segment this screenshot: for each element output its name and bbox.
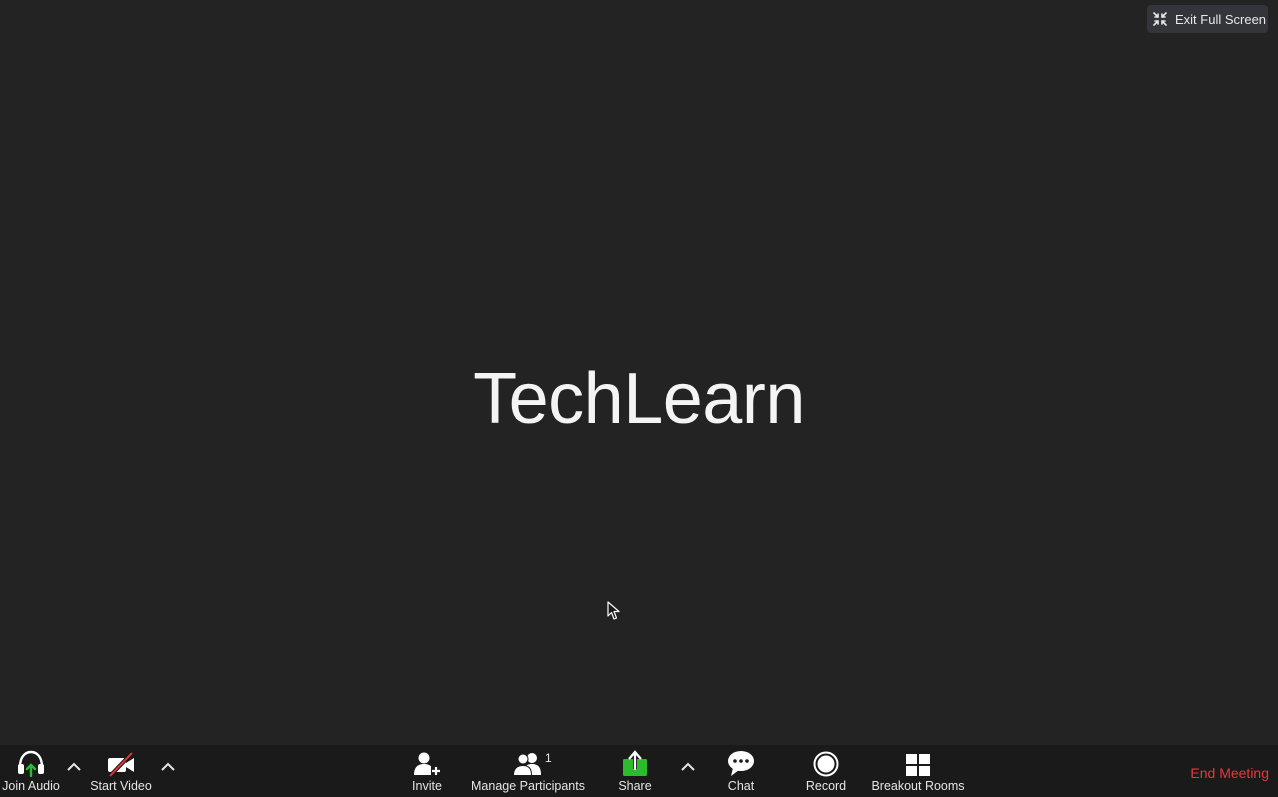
start-video-label: Start Video — [90, 779, 152, 793]
participant-name-display: TechLearn — [473, 359, 805, 439]
video-options-chevron-up-icon[interactable] — [160, 759, 176, 775]
join-audio-button[interactable]: Join Audio — [0, 745, 62, 797]
breakout-rooms-label: Breakout Rooms — [871, 779, 965, 793]
share-screen-label: Share — [618, 779, 652, 793]
mouse-cursor-icon — [607, 601, 620, 620]
chat-bubble-icon — [728, 751, 754, 776]
participants-icon — [513, 753, 541, 775]
exit-fullscreen-label: Exit Full Screen — [1175, 11, 1267, 27]
exit-fullscreen-button[interactable]: Exit Full Screen — [1147, 5, 1268, 33]
meeting-toolbar: Join Audio Start Video Invite Manage Par… — [0, 745, 1278, 797]
share-screen-icon — [623, 750, 647, 776]
start-video-button[interactable]: Start Video — [88, 745, 154, 797]
share-screen-button[interactable]: Share — [614, 745, 656, 797]
audio-options-chevron-up-icon[interactable] — [66, 759, 82, 775]
video-stage: Exit Full Screen TechLearn — [0, 0, 1278, 745]
manage-participants-button[interactable]: Manage Participants — [470, 745, 586, 797]
share-options-chevron-up-icon[interactable] — [680, 759, 696, 775]
join-audio-label: Join Audio — [2, 779, 60, 793]
add-user-icon — [414, 752, 441, 776]
video-off-icon — [108, 751, 134, 777]
grid-icon — [906, 754, 930, 776]
invite-button[interactable]: Invite — [404, 745, 450, 797]
record-label: Record — [805, 779, 847, 793]
end-meeting-button[interactable]: End Meeting — [1190, 765, 1269, 781]
manage-participants-label: Manage Participants — [471, 779, 585, 793]
chat-label: Chat — [727, 779, 755, 793]
record-icon — [813, 751, 839, 777]
record-button[interactable]: Record — [803, 745, 849, 797]
headphones-icon — [18, 750, 44, 777]
exit-fullscreen-icon — [1153, 12, 1167, 26]
invite-label: Invite — [412, 779, 442, 793]
breakout-rooms-button[interactable]: Breakout Rooms — [870, 745, 966, 797]
participant-count-badge: 1 — [545, 751, 552, 765]
chat-button[interactable]: Chat — [720, 745, 762, 797]
